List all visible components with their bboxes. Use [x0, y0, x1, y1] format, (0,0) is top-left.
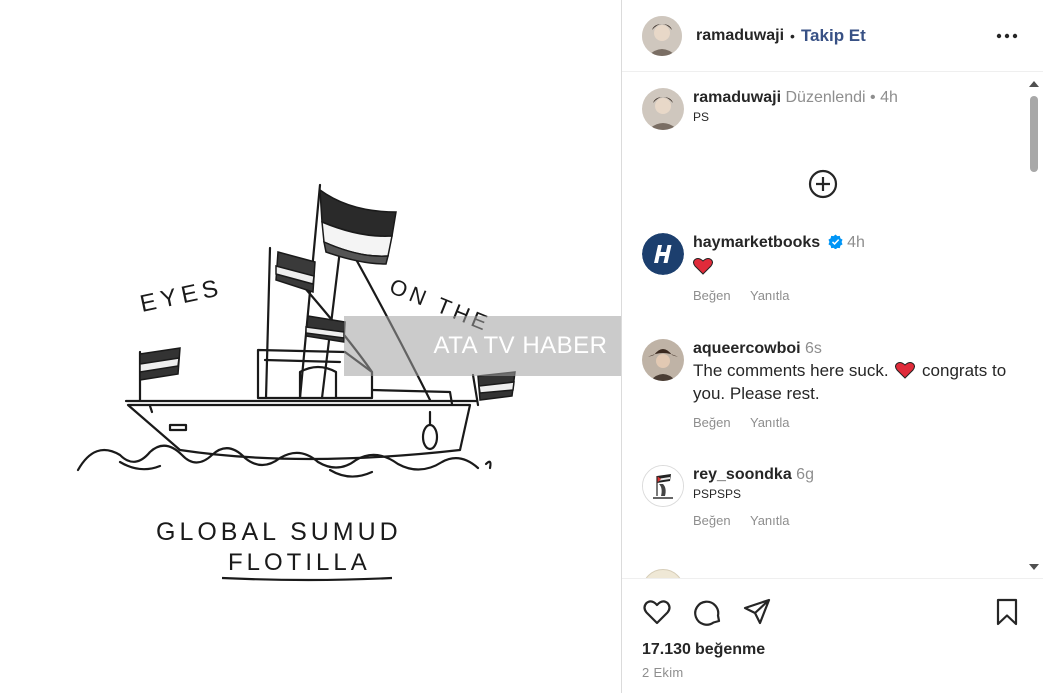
scroll-thumb[interactable]	[1030, 96, 1038, 172]
comment-item: aqueercowboi 6s The comments here suck. …	[642, 339, 1022, 430]
bookmark-icon[interactable]	[992, 597, 1022, 627]
post-image[interactable]: EYES ON THE GLOBAL SUMUD FLOTILLA ATA TV…	[0, 0, 622, 693]
author-avatar[interactable]	[642, 15, 682, 56]
comment-text: The comments here suck. congrats to you.…	[693, 359, 1022, 405]
reply-comment-button[interactable]: Yanıtla	[750, 415, 790, 430]
comment-username[interactable]: aqueercowboi	[693, 340, 801, 357]
haymarketbooks-avatar[interactable]	[642, 233, 684, 275]
post-header: ramaduwaji • Takip Et	[622, 0, 1043, 72]
likes-label: beğenme	[694, 641, 766, 658]
heart-icon[interactable]	[642, 597, 672, 627]
caption-username[interactable]: ramaduwaji	[693, 89, 781, 106]
caption-avatar[interactable]	[642, 88, 684, 130]
verified-badge-icon	[828, 234, 843, 255]
author-username[interactable]: ramaduwaji	[696, 27, 784, 45]
post-side-panel: ramaduwaji • Takip Et ramaduwaji Düzenle…	[622, 0, 1043, 693]
likes-count[interactable]: 17.130 beğenme	[642, 641, 765, 659]
caption-separator: •	[870, 89, 876, 106]
plus-circle-icon[interactable]	[807, 168, 839, 200]
like-comment-button[interactable]: Beğen	[693, 513, 731, 528]
post-action-bar: 17.130 beğenme 2 Ekim	[622, 578, 1043, 693]
aqueercowboi-avatar[interactable]	[642, 339, 684, 381]
comment-username[interactable]: rey_soondka	[693, 466, 792, 483]
like-comment-button[interactable]: Beğen	[693, 415, 731, 430]
caption-time[interactable]: 4h	[880, 89, 898, 106]
reply-comment-button[interactable]: Yanıtla	[750, 288, 790, 303]
art-caption-line1: GLOBAL SUMUD	[156, 518, 402, 546]
scroll-up-arrow-icon[interactable]	[1029, 81, 1039, 87]
edited-label: Düzenlendi	[785, 89, 866, 106]
comment-text: PSPSPS	[693, 487, 742, 501]
comment-time[interactable]: 6g	[796, 466, 814, 483]
rey-soondka-avatar[interactable]	[642, 465, 684, 507]
reply-comment-button[interactable]: Yanıtla	[750, 513, 790, 528]
post-caption: ramaduwaji Düzenlendi • 4h PS	[642, 88, 1022, 130]
comment-time[interactable]: 6s	[805, 340, 822, 357]
watermark: ATA TV HABER	[344, 316, 621, 376]
share-icon[interactable]	[742, 597, 772, 627]
like-comment-button[interactable]: Beğen	[693, 288, 731, 303]
comments-scrollbar[interactable]	[1025, 73, 1043, 578]
more-horizontal-icon[interactable]	[995, 24, 1019, 48]
art-caption-line2: FLOTILLA	[228, 549, 371, 576]
comment-text: ❤️	[693, 255, 1022, 278]
red-heart-icon	[693, 258, 713, 275]
comment-item: rey_soondka 6g PSPSPS Beğen Yanıtla	[642, 465, 1022, 528]
red-heart-icon	[895, 362, 916, 379]
follow-button[interactable]: Takip Et	[801, 26, 866, 46]
art-text-eyes: EYES	[138, 274, 226, 318]
scroll-down-arrow-icon[interactable]	[1029, 564, 1039, 570]
comments-list[interactable]: ramaduwaji Düzenlendi • 4h PS haymarketb…	[622, 73, 1025, 578]
comment-text-part1: The comments here suck.	[693, 361, 889, 380]
comment-item: haymarketbooks 4h ❤️ Beğen Yanıtla	[642, 233, 1022, 303]
comment-icon[interactable]	[693, 597, 723, 627]
comment-username[interactable]: haymarketbooks	[693, 234, 820, 251]
partial-avatar[interactable]	[642, 569, 684, 578]
post-date[interactable]: 2 Ekim	[642, 665, 684, 680]
likes-number: 17.130	[642, 641, 691, 658]
comment-time[interactable]: 4h	[847, 234, 865, 251]
caption-text: PS	[693, 110, 710, 124]
header-separator: •	[790, 27, 795, 44]
